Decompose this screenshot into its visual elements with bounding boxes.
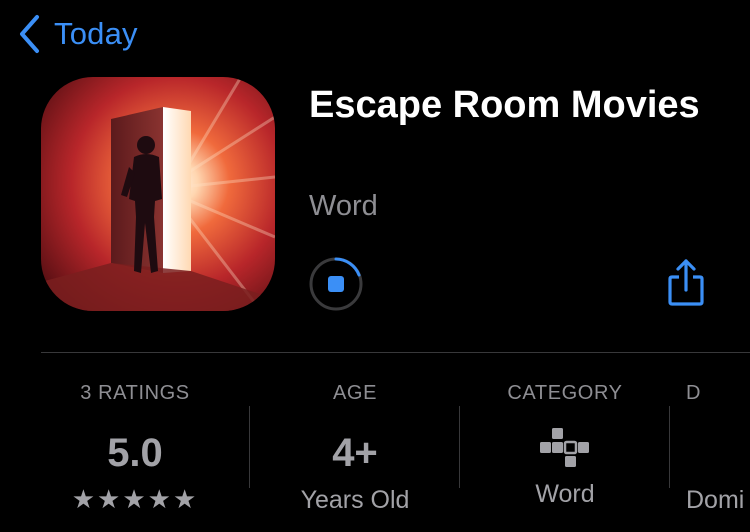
age-header: AGE — [332, 382, 378, 404]
age-value: 4+ — [332, 431, 378, 475]
rating-value: 5.0 — [107, 431, 163, 475]
category-header: CATEGORY — [507, 382, 623, 404]
ratings-info[interactable]: 3 RATINGS 5.0 ★★★★★ — [30, 378, 240, 515]
back-button-label: Today — [54, 16, 138, 51]
developer-info[interactable]: D Domi — [686, 378, 750, 515]
column-separator — [669, 406, 670, 488]
developer-sub: Domi — [686, 486, 745, 514]
crossword-icon — [540, 428, 589, 467]
ratings-header: 3 RATINGS — [80, 382, 190, 404]
app-subtitle: Word — [309, 190, 378, 222]
share-button[interactable] — [666, 258, 706, 308]
share-icon — [668, 259, 704, 306]
stop-download-icon — [309, 257, 363, 311]
info-strip: 3 RATINGS 5.0 ★★★★★ AGE 4+ Years Old CAT… — [30, 378, 750, 532]
category-info[interactable]: CATEGORY Word — [460, 378, 670, 509]
developer-header: D — [686, 382, 702, 404]
download-progress-button[interactable] — [308, 256, 364, 312]
app-title: Escape Room Movies — [309, 84, 700, 126]
age-info[interactable]: AGE 4+ Years Old — [250, 378, 460, 515]
star-rating: ★★★★★ — [71, 484, 199, 514]
age-sub: Years Old — [300, 486, 410, 514]
header-divider — [41, 352, 750, 353]
back-button[interactable]: Today — [18, 14, 138, 54]
category-sub: Word — [535, 480, 595, 508]
app-icon — [41, 77, 275, 311]
chevron-left-icon — [20, 15, 39, 53]
